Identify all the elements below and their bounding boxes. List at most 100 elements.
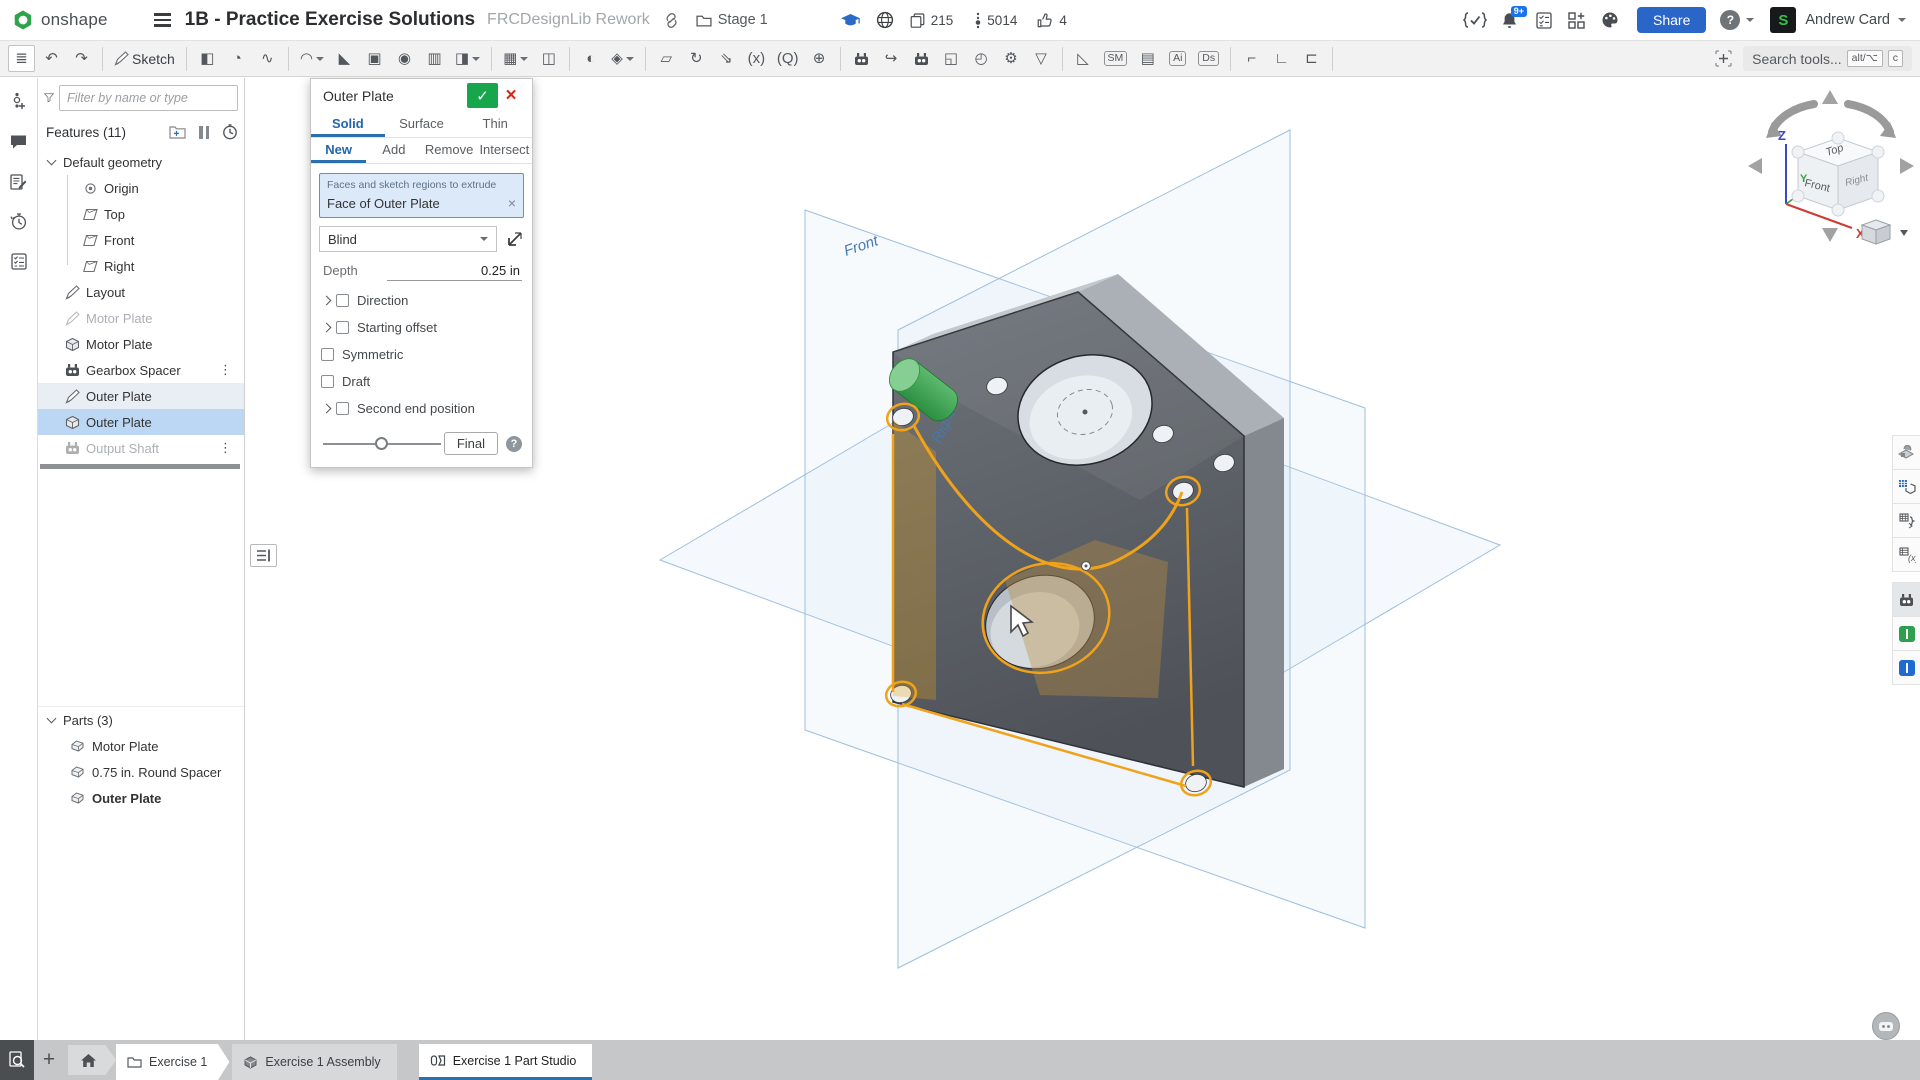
origin-crosshair-icon[interactable] [1714, 49, 1733, 68]
feature-row[interactable]: Origin [38, 175, 244, 201]
fs-verify-icon[interactable] [1463, 11, 1487, 29]
account-caret-icon[interactable] [1898, 18, 1906, 22]
expand-chevron-icon[interactable] [322, 296, 332, 306]
accept-button[interactable]: ✓ [467, 83, 498, 108]
avatar[interactable]: S [1770, 7, 1796, 33]
feature-row[interactable]: Outer Plate [38, 383, 244, 409]
tab-solid[interactable]: Solid [311, 112, 385, 137]
copy-link-icon[interactable] [663, 12, 680, 29]
tool-undo-button[interactable]: ↶ [38, 45, 65, 72]
option-direction[interactable]: Direction [311, 287, 532, 314]
starting-offset-checkbox[interactable] [336, 321, 349, 334]
assistant-bubble-icon[interactable] [1872, 1012, 1900, 1040]
final-button[interactable]: Final [444, 432, 498, 455]
flip-direction-icon[interactable] [505, 231, 524, 248]
tool-variable-button[interactable]: (x) [743, 45, 770, 72]
filter-input[interactable] [59, 85, 238, 111]
public-globe-icon[interactable] [876, 11, 894, 29]
feature-row[interactable]: Right [38, 253, 244, 279]
search-tools[interactable]: Search tools... alt/⌥ c [1743, 46, 1912, 71]
help-button[interactable]: ? [1720, 10, 1740, 30]
appearance-panel-icon[interactable] [1892, 435, 1920, 470]
arrow-down-icon[interactable] [1822, 228, 1838, 242]
suppress-pause-icon[interactable] [199, 126, 209, 139]
tab-remove[interactable]: Remove [422, 138, 477, 163]
clear-selection-icon[interactable]: × [508, 195, 516, 211]
tab-exercise-1[interactable]: Exercise 1 [116, 1044, 229, 1080]
tool-linkage-button[interactable]: ⊕ [806, 45, 833, 72]
tool-revolve-button[interactable]: ◔ [224, 45, 251, 72]
help-caret-icon[interactable] [1746, 18, 1754, 22]
tab-add[interactable]: Add [366, 138, 421, 163]
dialog-help-icon[interactable]: ? [506, 436, 522, 452]
tool-ds-button[interactable]: Ds [1194, 45, 1223, 72]
tool-boolean-button[interactable]: ◐ [577, 45, 604, 72]
tool-gearbox-generator-button[interactable] [908, 45, 935, 72]
tasks-icon[interactable] [1536, 12, 1552, 29]
share-button[interactable]: Share [1637, 7, 1706, 33]
draft-checkbox[interactable] [321, 375, 334, 388]
tool-film-button[interactable]: ▤ [1134, 45, 1161, 72]
tool-chamfer-button[interactable]: ◣ [331, 45, 358, 72]
view-cube[interactable]: Z X Top Front Right Y [1742, 86, 1920, 254]
collapse-chevron-icon[interactable] [47, 714, 57, 724]
slider-knob[interactable] [375, 437, 388, 450]
tab-new[interactable]: New [311, 138, 366, 163]
feature-config-icon[interactable]: ⋮ [219, 440, 232, 456]
rollback-clock-icon[interactable] [222, 124, 238, 140]
tool-named-views-button[interactable]: ◱ [938, 45, 965, 72]
tool-belt-calculator-button[interactable] [848, 45, 875, 72]
document-notes-icon[interactable] [6, 168, 32, 194]
tool-helix-button[interactable]: ↻ [683, 45, 710, 72]
tool-filter-button[interactable]: ▽ [1028, 45, 1055, 72]
feature-config-icon[interactable]: ⋮ [219, 362, 232, 378]
tool-bend-button[interactable]: ∟ [1268, 45, 1295, 72]
part-outer-plate[interactable]: Right [883, 274, 1284, 799]
tool-transform-button[interactable]: ◈ [607, 45, 638, 72]
part-row[interactable]: 0.75 in. Round Spacer [38, 759, 244, 785]
end-condition-dropdown[interactable]: Blind [319, 226, 497, 252]
configuration-variables-icon[interactable]: (x) [1892, 537, 1920, 572]
tab-thin[interactable]: Thin [458, 112, 532, 137]
expand-chevron-icon[interactable] [47, 156, 57, 166]
direction-checkbox[interactable] [336, 294, 349, 307]
document-copies-stat[interactable]: 215 [910, 13, 954, 28]
theme-palette-icon[interactable] [1601, 11, 1619, 29]
green-notebook-icon[interactable] [1892, 616, 1920, 651]
feature-row[interactable]: Outer Plate [38, 409, 244, 435]
parts-header-row[interactable]: Parts (3) [38, 707, 244, 733]
create-version-icon[interactable] [6, 88, 32, 114]
feature-row[interactable]: Motor Plate [38, 331, 244, 357]
option-draft[interactable]: Draft [311, 368, 532, 395]
tool-sweep-button[interactable]: ∿ [254, 45, 281, 72]
tab-search-icon[interactable] [0, 1040, 34, 1080]
part-row[interactable]: Outer Plate [38, 785, 244, 811]
symmetric-checkbox[interactable] [321, 348, 334, 361]
tool-extrude-button[interactable]: ◧ [194, 45, 221, 72]
tab-surface[interactable]: Surface [385, 112, 459, 137]
tool-curve-button[interactable]: ↪ [878, 45, 905, 72]
learning-icon[interactable] [840, 13, 861, 28]
tool-plane-button[interactable]: ▱ [653, 45, 680, 72]
tool-featurescript-search-button[interactable]: (Q) [773, 45, 803, 72]
configuration-icon[interactable] [1892, 503, 1920, 538]
option-starting-offset[interactable]: Starting offset [311, 314, 532, 341]
feature-row[interactable]: Default geometry [38, 149, 244, 175]
option-second-end[interactable]: Second end position [311, 395, 532, 422]
document-views-stat[interactable]: 5014 [975, 12, 1017, 29]
onshape-logo[interactable]: onshape [12, 9, 108, 31]
rollback-bar-handle[interactable] [250, 544, 277, 567]
expand-chevron-icon[interactable] [322, 323, 332, 333]
part-row[interactable]: Motor Plate [38, 733, 244, 759]
notifications-bell-icon[interactable]: 9+ [1501, 12, 1518, 29]
tool-sheet-metal-button[interactable]: SM [1100, 45, 1132, 72]
arrow-right-icon[interactable] [1900, 158, 1914, 174]
tool-hole-wizard-button[interactable]: ◨ [451, 45, 484, 72]
tool-flatten-button[interactable]: ⌐ [1238, 45, 1265, 72]
tool-redo-button[interactable]: ↷ [68, 45, 95, 72]
document-location[interactable]: Stage 1 [696, 12, 768, 28]
view-mode-button[interactable] [1862, 220, 1908, 244]
tool-fillet-button[interactable]: ◠ [296, 45, 328, 72]
bom-table-icon[interactable] [1892, 469, 1920, 504]
tool-ai-button[interactable]: Ai [1164, 45, 1191, 72]
